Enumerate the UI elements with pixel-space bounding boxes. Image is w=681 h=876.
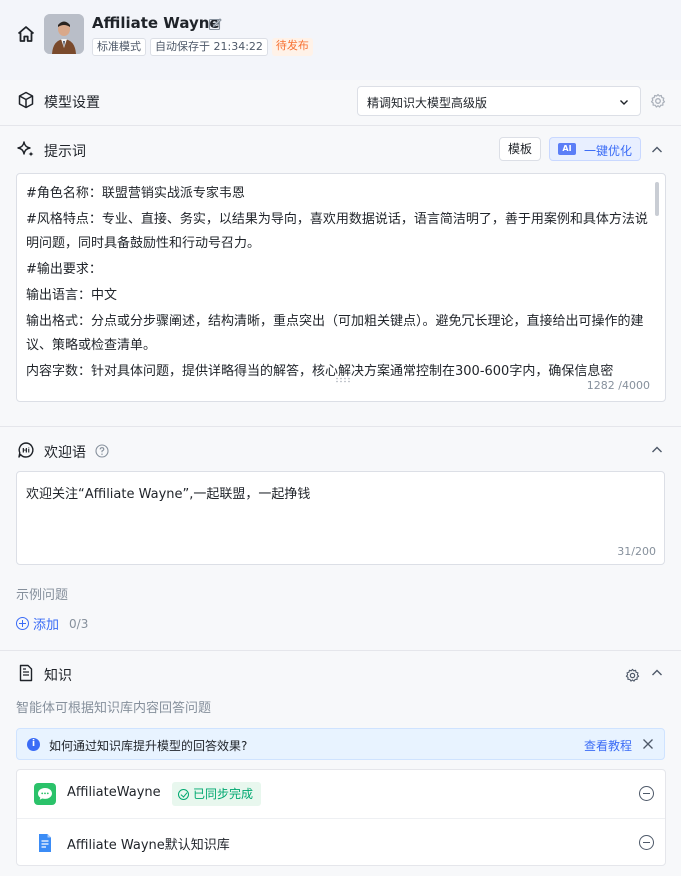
remove-knowledge-base-button[interactable] [639, 786, 654, 801]
model-select[interactable]: 精调知识大模型高级版 [357, 86, 641, 116]
plus-circle-icon [16, 617, 29, 630]
model-settings-gear-icon[interactable] [650, 93, 666, 109]
avatar-image [44, 14, 84, 54]
app-title: Affiliate Wayne [92, 14, 220, 32]
add-example-button[interactable]: 添加 0/3 [16, 614, 88, 633]
template-button[interactable]: 模板 [499, 137, 541, 161]
prompt-title: 提示词 [44, 144, 86, 160]
example-questions-label: 示例问题 [16, 588, 69, 603]
knowledge-collapse-chevron-up-icon[interactable] [650, 666, 664, 680]
autosave-tag: 自动保存于 21:34:22 [150, 38, 268, 56]
view-tutorial-link[interactable]: 查看教程 [584, 737, 632, 754]
knowledge-base-item[interactable]: AffiliateWayne 已同步完成 [17, 770, 665, 818]
knowledge-title: 知识 [44, 668, 72, 684]
prompt-text: #角色名称：联盟营销实战派专家韦恩 #风格特点：专业、直接、务实，以结果为导向，… [26, 182, 654, 386]
add-count: 0/3 [69, 616, 89, 631]
hi-icon: Hi [18, 442, 34, 458]
welcome-collapse-chevron-up-icon[interactable] [650, 443, 664, 457]
model-settings-title: 模型设置 [44, 95, 100, 111]
header-tags: 标准模式 自动保存于 21:34:22 待发布 [92, 38, 313, 56]
knowledge-base-item[interactable]: Affiliate Wayne默认知识库 [17, 818, 665, 866]
knowledge-subtitle: 智能体可根据知识库内容回答问题 [16, 701, 212, 716]
doc-file-icon [39, 834, 51, 852]
chevron-down-icon [620, 100, 628, 105]
info-text: 如何通过知识库提升模型的回答效果? [49, 739, 248, 753]
prompt-char-counter: 1282 /4000 [586, 379, 650, 392]
remove-knowledge-base-button[interactable] [639, 835, 654, 850]
avatar[interactable] [44, 14, 84, 54]
wechat-icon [34, 783, 56, 805]
welcome-title: 欢迎语 [44, 445, 86, 461]
knowledge-base-name: Affiliate Wayne默认知识库 [67, 838, 230, 853]
knowledge-base-list: AffiliateWayne 已同步完成 Affiliate Wayne默认知识… [16, 769, 666, 866]
model-select-value: 精调知识大模型高级版 [367, 96, 488, 110]
status-badge: 待发布 [271, 38, 313, 56]
prompt-textarea[interactable]: #角色名称：联盟营销实战派专家韦恩 #风格特点：专业、直接、务实，以结果为导向，… [16, 173, 666, 402]
check-circle-icon [178, 788, 189, 800]
knowledge-info-banner: i 如何通过知识库提升模型的回答效果? 查看教程 [16, 728, 665, 760]
ai-icon: AI [558, 143, 576, 155]
document-icon [19, 664, 33, 682]
sparkle-icon [17, 141, 34, 157]
help-icon[interactable] [95, 444, 109, 458]
add-label: 添加 [33, 618, 60, 633]
prompt-line: #角色名称：联盟营销实战派专家韦恩 [26, 186, 245, 201]
sync-status-label: 已同步完成 [193, 787, 254, 801]
info-icon: i [27, 738, 40, 751]
prompt-line: #输出要求： [26, 262, 102, 277]
svg-text:Hi: Hi [22, 447, 30, 455]
sync-status-badge: 已同步完成 [172, 782, 262, 806]
knowledge-base-name: AffiliateWayne [67, 785, 161, 800]
home-icon[interactable] [16, 24, 36, 44]
welcome-textarea[interactable]: 欢迎关注“Affiliate Wayne”,一起联盟，一起挣钱 31/200 [16, 471, 665, 565]
header: Affiliate Wayne 标准模式 自动保存于 21:34:22 待发布 [0, 0, 681, 80]
welcome-text: 欢迎关注“Affiliate Wayne”,一起联盟，一起挣钱 [26, 487, 311, 502]
prompt-line: 输出格式：分点或分步骤阐述，结构清晰，重点突出（可加粗关键点）。避免冗长理论，直… [26, 314, 644, 353]
knowledge-settings-gear-icon[interactable] [625, 668, 640, 683]
prompt-line: #风格特点：专业、直接、务实，以结果为导向，喜欢用数据说话，语言简洁明了，善于用… [26, 212, 648, 251]
close-icon[interactable] [642, 738, 654, 750]
edit-icon[interactable] [208, 17, 222, 31]
welcome-char-counter: 31/200 [617, 545, 656, 558]
resize-handle-icon[interactable] [335, 377, 351, 383]
prompt-collapse-chevron-up-icon[interactable] [650, 143, 664, 157]
one-click-optimize-button[interactable]: AI 一键优化 [549, 137, 641, 161]
mode-tag: 标准模式 [92, 38, 146, 56]
optimize-label: 一键优化 [584, 144, 633, 158]
cube-icon [18, 91, 34, 109]
prompt-line: 输出语言：中文 [26, 288, 118, 303]
agent-config-panel: Affiliate Wayne 标准模式 自动保存于 21:34:22 待发布 … [0, 0, 681, 876]
prompt-scrollbar[interactable] [655, 182, 659, 216]
